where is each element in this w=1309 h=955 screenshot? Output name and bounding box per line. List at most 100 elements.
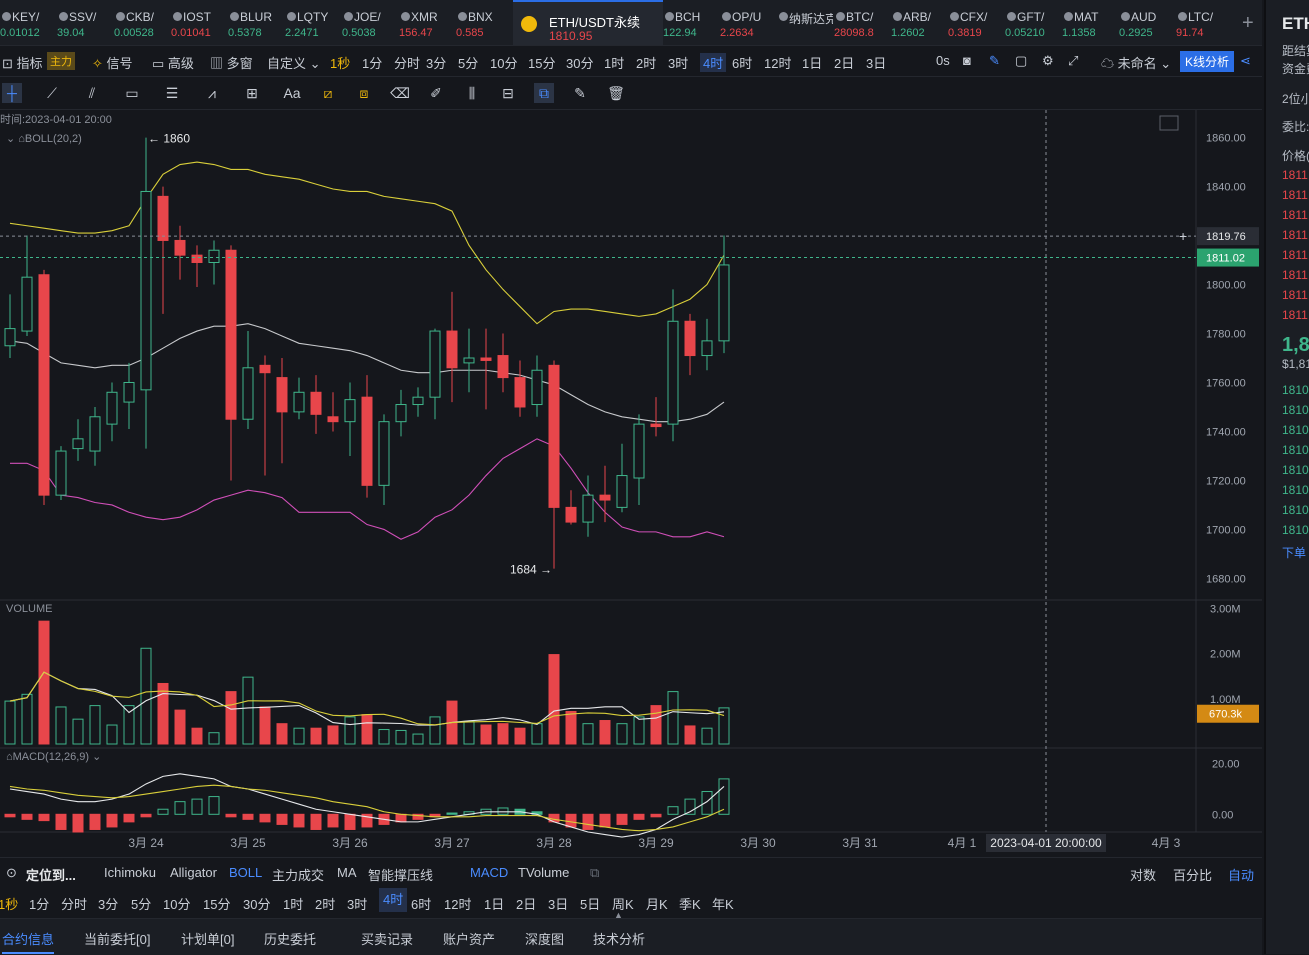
scale-option-0[interactable]: 对数 bbox=[1130, 865, 1156, 884]
ticker-item[interactable]: 纳斯达克指… bbox=[777, 0, 834, 45]
candle-body[interactable] bbox=[327, 416, 339, 423]
period-16[interactable]: 3日 bbox=[548, 894, 568, 913]
bid-row[interactable]: 1810 bbox=[1282, 383, 1309, 397]
candle-body[interactable] bbox=[208, 249, 220, 263]
kline-chart[interactable]: 1860.001840.001820.001800.001780.001760.… bbox=[0, 110, 1262, 856]
bottom-tab-2[interactable]: 计划单[0] bbox=[181, 929, 234, 948]
interval-9[interactable]: 2时 bbox=[636, 53, 656, 72]
camera-icon[interactable]: ◙ bbox=[963, 53, 971, 68]
candle-body[interactable] bbox=[463, 357, 475, 364]
fib-icon[interactable]: ☰ bbox=[162, 83, 182, 103]
candle-body[interactable] bbox=[582, 494, 594, 523]
period-6[interactable]: 15分 bbox=[203, 894, 230, 913]
candle-body[interactable] bbox=[55, 450, 67, 496]
bottom-tab-7[interactable]: 技术分析 bbox=[593, 929, 645, 948]
candle-body[interactable] bbox=[378, 421, 390, 486]
candle-body[interactable] bbox=[531, 369, 543, 406]
fullscreen-icon[interactable]: ⤢ bbox=[1068, 53, 1078, 69]
candle-body[interactable] bbox=[21, 276, 33, 332]
ticker-item[interactable]: ARB/1.2602 bbox=[891, 0, 948, 45]
period-1[interactable]: 1分 bbox=[29, 894, 49, 913]
bid-row[interactable]: 1810 bbox=[1282, 443, 1309, 457]
candle-body[interactable] bbox=[140, 190, 152, 391]
ticker-item[interactable]: BCH 122.94 bbox=[663, 0, 720, 45]
candle-body[interactable] bbox=[242, 367, 254, 420]
bottom-tab-6[interactable]: 深度图 bbox=[525, 929, 564, 948]
interval-16[interactable]: 3日 bbox=[866, 53, 886, 72]
eraser-icon[interactable]: ⌫ bbox=[390, 83, 410, 103]
ticker-item[interactable]: IOST 0.01041 bbox=[171, 0, 228, 45]
bid-row[interactable]: 1810 bbox=[1282, 483, 1309, 497]
trash-icon[interactable]: 🗑 bbox=[606, 83, 626, 103]
indicators-button[interactable]: ⊡ 指标 bbox=[2, 53, 43, 72]
ask-row[interactable]: 1811 bbox=[1282, 248, 1308, 262]
candle-body[interactable] bbox=[157, 195, 169, 241]
period-17[interactable]: 5日 bbox=[580, 894, 600, 913]
ticker-item[interactable]: KEY/0.01012 bbox=[0, 0, 57, 45]
signal-button[interactable]: ✧ 信号 bbox=[92, 53, 133, 72]
depth-select[interactable]: 2位小 bbox=[1282, 90, 1309, 107]
period-3[interactable]: 3分 bbox=[98, 894, 118, 913]
candle-body[interactable] bbox=[718, 264, 730, 342]
ask-row[interactable]: 1811 bbox=[1282, 308, 1308, 322]
indicator-6[interactable]: 智能撑压线 bbox=[368, 865, 433, 884]
custom-dropdown[interactable]: 自定义 ⌄ bbox=[267, 53, 321, 72]
indicator-8[interactable]: TVolume bbox=[518, 865, 569, 880]
pen-icon[interactable]: ✎ bbox=[989, 53, 1000, 69]
candle-body[interactable] bbox=[395, 404, 407, 423]
ticker-item[interactable]: JOE/0.5038 bbox=[342, 0, 399, 45]
candle-body[interactable] bbox=[293, 391, 305, 413]
crosshair-icon[interactable]: ┼ bbox=[2, 83, 22, 103]
candle-body[interactable] bbox=[191, 254, 203, 263]
ticker-item[interactable]: XMR 156.47 bbox=[399, 0, 456, 45]
candle-body[interactable] bbox=[429, 330, 441, 398]
candle-body[interactable] bbox=[497, 355, 509, 379]
candle-body[interactable] bbox=[72, 438, 84, 450]
multi-window-button[interactable]: ▥ 多窗 bbox=[210, 53, 253, 72]
candle-body[interactable] bbox=[174, 239, 186, 256]
ticker-item[interactable]: MAT 1.1358 bbox=[1062, 0, 1119, 45]
indicator-1[interactable]: Ichimoku bbox=[104, 865, 156, 880]
candle-body[interactable] bbox=[276, 377, 288, 413]
candles-icon[interactable]: ⫼ bbox=[462, 83, 482, 103]
order-tab[interactable]: 下单 bbox=[1282, 544, 1306, 561]
candle-body[interactable] bbox=[480, 357, 492, 361]
candle-body[interactable] bbox=[599, 494, 611, 501]
ask-row[interactable]: 1811 bbox=[1282, 168, 1308, 182]
interval-11[interactable]: 4时 bbox=[700, 53, 727, 72]
channel-icon[interactable]: ⫽ bbox=[82, 83, 102, 103]
interval-15[interactable]: 2日 bbox=[834, 53, 854, 72]
indicator-0[interactable]: 定位到... bbox=[26, 865, 76, 884]
ask-row[interactable]: 1811 bbox=[1282, 268, 1308, 282]
interval-5[interactable]: 10分 bbox=[490, 53, 517, 72]
edit-icon[interactable]: ✎ bbox=[570, 83, 590, 103]
candle-body[interactable] bbox=[684, 320, 696, 357]
boll-label[interactable]: ⌄ ⌂BOLL(20,2) bbox=[6, 133, 82, 145]
ticker-item[interactable]: BLUR 0.5378 bbox=[228, 0, 285, 45]
ticker-item[interactable]: CKB/0.00528 bbox=[114, 0, 171, 45]
interval-13[interactable]: 12时 bbox=[764, 53, 791, 72]
indicator-5[interactable]: MA bbox=[337, 865, 357, 880]
ask-row[interactable]: 1811 bbox=[1282, 228, 1308, 242]
show-drawings-icon[interactable]: ⧉ bbox=[534, 83, 554, 103]
period-9[interactable]: 2时 bbox=[315, 894, 335, 913]
interval-6[interactable]: 15分 bbox=[528, 53, 555, 72]
candle-body[interactable] bbox=[565, 506, 577, 523]
candle-body[interactable] bbox=[106, 391, 118, 425]
interval-7[interactable]: 30分 bbox=[566, 53, 593, 72]
pattern-icon[interactable]: ⩘ bbox=[202, 83, 222, 103]
gear-icon[interactable]: ⚙ bbox=[1042, 53, 1054, 69]
candle-body[interactable] bbox=[650, 423, 662, 428]
period-15[interactable]: 2日 bbox=[516, 894, 536, 913]
ticker-item[interactable]: SSV/39.04 bbox=[57, 0, 114, 45]
candle-body[interactable] bbox=[361, 396, 373, 486]
period-11[interactable]: 4时 bbox=[379, 888, 408, 912]
bottom-tab-1[interactable]: 当前委托[0] bbox=[84, 929, 150, 948]
period-19[interactable]: 月K bbox=[646, 894, 668, 913]
candle-body[interactable] bbox=[548, 364, 560, 508]
period-7[interactable]: 30分 bbox=[243, 894, 270, 913]
external-link-icon[interactable]: ⧉ bbox=[590, 865, 599, 881]
interval-0[interactable]: 1秒 bbox=[330, 53, 350, 72]
period-4[interactable]: 5分 bbox=[131, 894, 151, 913]
candle-body[interactable] bbox=[514, 377, 526, 408]
